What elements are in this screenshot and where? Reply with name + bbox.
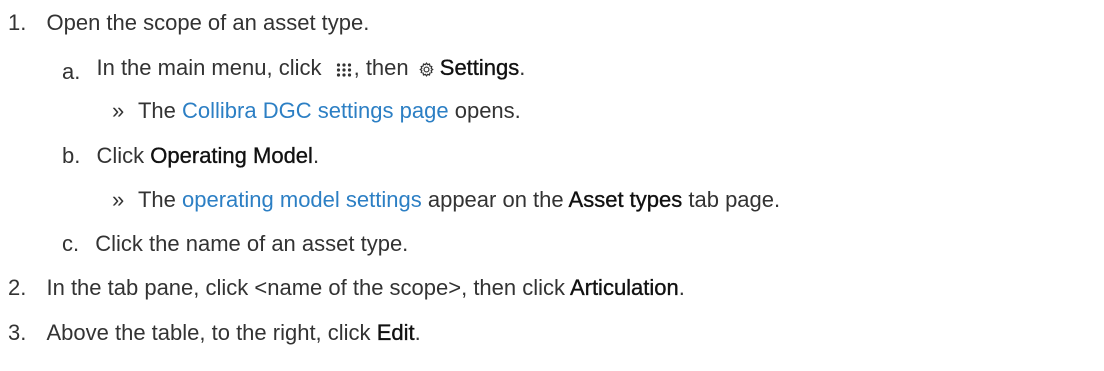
step-text: Above the table, to the right, click: [46, 320, 371, 345]
substep-b: b. Click Operating Model.: [62, 141, 319, 171]
step-number: b.: [62, 143, 81, 168]
step-text: In the tab pane, click <name of the scop…: [46, 275, 566, 300]
step-text: Open the scope of an asset type.: [46, 10, 370, 35]
result-b: » The operating model settings appear on…: [112, 185, 780, 215]
step-number: c.: [62, 231, 80, 256]
step-text: Click: [96, 143, 145, 168]
result-text-2: appear on the: [427, 187, 564, 212]
result-marker: »: [112, 98, 125, 123]
substep-c: c. Click the name of an asset type.: [62, 229, 408, 259]
gear-icon: [419, 62, 434, 77]
result-marker: »: [112, 187, 125, 212]
step-number: a.: [62, 59, 81, 84]
asset-types-label: Asset types: [568, 187, 683, 212]
articulation-label: Articulation: [569, 275, 679, 300]
step-text-2: , then: [353, 55, 409, 80]
result-text-2: opens.: [454, 98, 521, 123]
step-3: 3. Above the table, to the right, click …: [8, 318, 421, 348]
result-a: » The Collibra DGC settings page opens.: [112, 96, 521, 126]
step-2: 2. In the tab pane, click <name of the s…: [8, 273, 685, 303]
result-text: The: [137, 187, 176, 212]
result-text-3: tab page.: [688, 187, 781, 212]
step-text-end: .: [519, 55, 526, 80]
step-1: 1. Open the scope of an asset type.: [8, 8, 369, 38]
step-text-end: .: [414, 320, 421, 345]
step-text: In the main menu, click: [96, 55, 322, 80]
step-text: Click the name of an asset type.: [95, 231, 409, 256]
settings-label: Settings: [439, 55, 520, 80]
step-number: 3.: [8, 320, 27, 345]
substep-a: a. In the main menu, click , then Settin…: [62, 53, 526, 84]
settings-page-link[interactable]: Collibra DGC settings page: [182, 98, 449, 123]
result-text: The: [137, 98, 176, 123]
apps-grid-icon: [336, 63, 352, 77]
step-text-end: .: [678, 275, 685, 300]
edit-label: Edit: [376, 320, 415, 345]
step-number: 2.: [8, 275, 27, 300]
operating-model-settings-link[interactable]: operating model settings: [182, 187, 422, 212]
step-number: 1.: [8, 10, 27, 35]
step-text-end: .: [312, 143, 320, 168]
operating-model-label: Operating Model: [150, 143, 313, 168]
